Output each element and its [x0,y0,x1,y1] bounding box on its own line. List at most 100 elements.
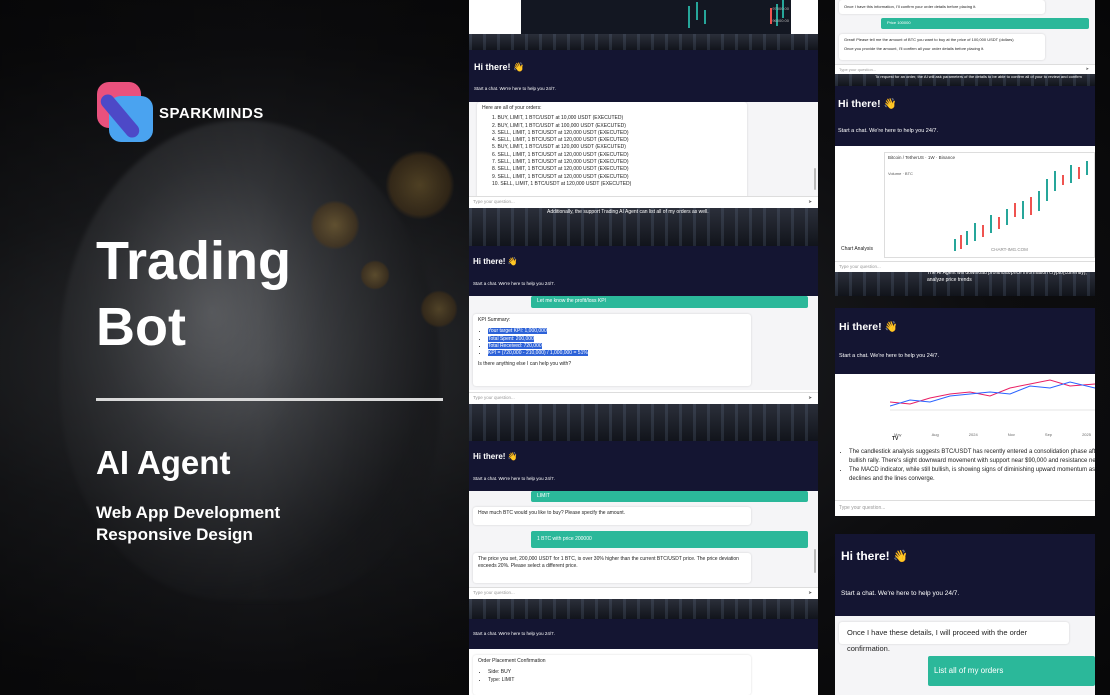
confirm-text: Once you provide the amount, I'll confir… [844,46,985,51]
order-item: 8. SELL, LIMIT, 1 BTC/USDT at 120,000 US… [492,166,629,173]
user-message: 1 BTC with price 200000 [531,531,808,548]
tag-web-app: Web App Development [96,503,281,522]
confirmation-item: Type: LIMIT [488,677,746,684]
bot-message: The candlestick analysis suggests BTC/US… [835,444,1095,500]
send-icon[interactable]: ➤ [1086,66,1089,71]
order-item: 5. BUY, LIMIT, 1 BTC/USDT at 120,000 USD… [492,144,626,151]
send-icon[interactable]: ➤ [808,395,812,401]
axis-label: 2025 [1082,432,1091,437]
followup-text: Is there anything else I can help you wi… [478,361,572,368]
chat-start-text: Start a chat. We're here to help you 24/… [839,353,940,359]
chat-panel-chart: Hi there! 👋 Start a chat. We're here to … [835,86,1095,296]
video-caption: To request for an order, the AI will ask… [875,74,1082,79]
chat-greeting: Hi there! 👋 [838,98,897,110]
analysis-bullet: The MACD indicator, while still bullish,… [849,466,1095,484]
hero-title-line1: Trading [96,231,292,291]
chat-greeting: Hi there! 👋 [473,452,518,461]
time-axis: May Aug 2024 Nov Sep 2025 [890,432,1095,440]
screenshot-chart-top: 97000.00 96000.00 [469,0,818,34]
chat-input[interactable]: Type your question... [835,500,1095,516]
axis-label: Sep [1044,432,1053,437]
background-strip [469,404,818,441]
chat-panel-list-orders: Hi there! 👋 Start a chat. We're here to … [835,534,1095,695]
brand-logo: SPARKMINDS [97,82,264,144]
chat-input[interactable]: Type your question... ➤ [469,392,818,404]
kpi-item: Total Received: 720,000 [488,342,542,349]
chat-greeting: Hi there! 👋 [474,62,525,72]
input-placeholder: Type your question... [839,505,886,511]
order-item: 6. SELL, LIMIT, 1 BTC/USDT at 120,000 US… [492,151,629,158]
send-icon[interactable]: ➤ [808,590,812,596]
user-message: LIMIT [531,491,808,502]
order-item: 2. BUY, LIMIT, 1 BTC/USDT at 100,000 USD… [492,122,626,129]
chat-input[interactable]: Type your question... ➤ [469,587,818,599]
background-strip [469,34,818,50]
chart-watermark: CHART-IMG.COM [991,247,1028,252]
kpi-item: KPI = (720,000 - 210,000) / 1,000,000 = … [488,350,588,357]
chat-panel-macd: Hi there! 👋 Start a chat. We're here to … [835,308,1095,516]
video-caption: The AI Agent will download profit/loss/p… [927,272,1087,283]
ask-text: Great! Please tell me the amount of BTC … [844,37,1014,42]
bot-message: Great! Please tell me the amount of BTC … [839,34,1045,60]
chart-analysis-label: Chart Analysis [841,246,873,252]
chat-input[interactable]: Type your question... [835,261,1095,272]
bot-message: Once I have these details, I will procee… [839,622,1069,653]
chat-header: Hi there! 👋 Start a chat. We're here to … [835,308,1095,374]
chat-panel-price: Once I have this information, I'll confi… [835,0,1095,86]
chat-greeting: Hi there! 👋 [839,321,898,333]
bot-message: The price you set, 200,000 USDT for 1 BT… [473,553,751,583]
chat-panel-kpi: Hi there! 👋 Start a chat. We're here to … [469,246,818,441]
order-item: 4. SELL, LIMIT, 1 BTC/USDT at 120,000 US… [492,137,629,144]
price-chart: 97000.00 96000.00 [521,0,791,34]
chat-input[interactable]: Type your question... ➤ [469,196,818,208]
input-placeholder: Type your question... [473,199,515,204]
hero-title-line2: Bot [96,297,186,357]
send-icon[interactable]: ➤ [808,199,812,205]
user-message: List all of my orders [928,656,1095,686]
bot-message: Once I have this information, I'll confi… [839,0,1045,14]
showcase-canvas: SPARKMINDS Trading Bot AI Agent Web App … [0,0,1110,695]
divider [96,398,443,401]
service-tags: Web App Development Responsive Design [96,502,280,546]
tradingview-chart[interactable]: Bitcoin / TetherUS · 1W · Binance Volume… [884,152,1095,258]
chat-header: Hi there! 👋 Start a chat. We're here to … [835,534,1095,616]
input-placeholder: Type your question... [839,67,877,72]
hero-subtitle: AI Agent [96,444,231,481]
orders-list: 1. BUY, LIMIT, 1 BTC/USDT at 10,000 USDT… [492,115,742,188]
chat-panel-orders: Hi there! 👋 Start a chat. We're here to … [469,50,818,246]
axis-label: Nov [1007,432,1015,437]
input-placeholder: Type your question... [839,264,881,269]
background-strip [469,599,818,619]
user-message: Let me know the profit/loss KPI [531,296,808,308]
order-item: 3. SELL, LIMIT, 1 BTC/USDT at 120,000 US… [492,129,629,136]
chat-start-text: Start a chat. We're here to help you 24/… [838,128,939,134]
chat-start-text: Start a chat. We're here to help you 24/… [473,281,555,286]
axis-label: 96000.00 [772,18,789,23]
kpi-title: KPI Summary: [478,317,511,323]
analysis-bullet: The candlestick analysis suggests BTC/US… [849,448,1095,466]
kpi-item: Your target KPI: 1,000,000 [488,328,547,335]
scrollbar[interactable] [814,168,816,190]
kpi-list: Your target KPI: 1,000,000 Total Spent: … [488,328,746,357]
scrollbar[interactable] [814,549,816,573]
bot-message: KPI Summary: Your target KPI: 1,000,000 … [473,314,751,386]
order-item: 10. SELL, LIMIT, 1 BTC/USDT at 120,000 U… [492,180,632,187]
input-placeholder: Type your question... [473,395,515,400]
chat-input[interactable]: Type your question... ➤ [835,64,1095,74]
chat-start-text: Start a chat. We're here to help you 24/… [473,631,555,636]
video-caption: Additionally, the support Trading AI Age… [547,209,709,215]
tag-responsive: Responsive Design [96,525,253,544]
chat-header: Hi there! 👋 Start a chat. We're here to … [469,246,818,296]
chat-start-text: Start a chat. We're here to help you 24/… [473,476,555,481]
bot-message: Order Placement Confirmation Side: BUY T… [473,655,751,695]
axis-label: 2024 [968,432,978,437]
order-item: 7. SELL, LIMIT, 1 BTC/USDT at 120,000 US… [492,159,629,166]
order-item: 1. BUY, LIMIT, 1 BTC/USDT at 10,000 USDT… [492,115,624,122]
hero-title: Trading Bot [96,228,291,360]
confirmation-item: Side: BUY [488,669,746,676]
input-placeholder: Type your question... [473,590,515,595]
chat-header: Start a chat. We're here to help you 24/… [469,619,818,649]
chat-panel-buy: Hi there! 👋 Start a chat. We're here to … [469,441,818,619]
brand-name: SPARKMINDS [159,104,264,122]
chat-header: Hi there! 👋 Start a chat. We're here to … [835,86,1095,146]
